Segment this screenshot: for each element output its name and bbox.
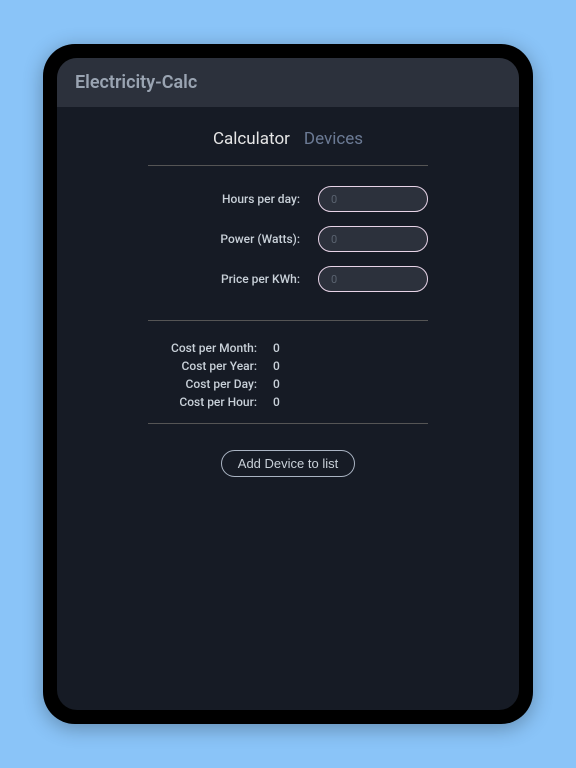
- day-label: Cost per Day:: [148, 377, 273, 391]
- year-label: Cost per Year:: [148, 359, 273, 373]
- price-label: Price per KWh:: [148, 272, 318, 286]
- field-hours: Hours per day: 0: [148, 186, 428, 212]
- hours-input[interactable]: 0: [318, 186, 428, 212]
- add-device-button[interactable]: Add Device to list: [221, 450, 355, 477]
- power-placeholder: 0: [331, 233, 337, 246]
- result-day: Cost per Day: 0: [148, 377, 428, 391]
- power-input[interactable]: 0: [318, 226, 428, 252]
- month-label: Cost per Month:: [148, 341, 273, 355]
- price-input[interactable]: 0: [318, 266, 428, 292]
- year-value: 0: [273, 359, 280, 373]
- power-label: Power (Watts):: [148, 232, 318, 246]
- result-hour: Cost per Hour: 0: [148, 395, 428, 409]
- month-value: 0: [273, 341, 280, 355]
- input-form: Hours per day: 0 Power (Watts): 0 Price …: [148, 165, 428, 321]
- day-value: 0: [273, 377, 280, 391]
- hours-placeholder: 0: [331, 193, 337, 206]
- hours-label: Hours per day:: [148, 192, 318, 206]
- results-section: Cost per Month: 0 Cost per Year: 0 Cost …: [148, 321, 428, 424]
- tab-devices[interactable]: Devices: [304, 129, 363, 149]
- result-year: Cost per Year: 0: [148, 359, 428, 373]
- app-title: Electricity-Calc: [75, 72, 501, 93]
- tablet-frame: Electricity-Calc Calculator Devices Hour…: [43, 44, 533, 724]
- price-placeholder: 0: [331, 273, 337, 286]
- actions-bar: Add Device to list: [57, 450, 519, 477]
- hour-label: Cost per Hour:: [148, 395, 273, 409]
- field-power: Power (Watts): 0: [148, 226, 428, 252]
- result-month: Cost per Month: 0: [148, 341, 428, 355]
- tab-bar: Calculator Devices: [57, 129, 519, 149]
- tab-calculator[interactable]: Calculator: [213, 129, 290, 149]
- hour-value: 0: [273, 395, 280, 409]
- field-price: Price per KWh: 0: [148, 266, 428, 292]
- title-bar: Electricity-Calc: [57, 58, 519, 107]
- app-screen: Electricity-Calc Calculator Devices Hour…: [57, 58, 519, 710]
